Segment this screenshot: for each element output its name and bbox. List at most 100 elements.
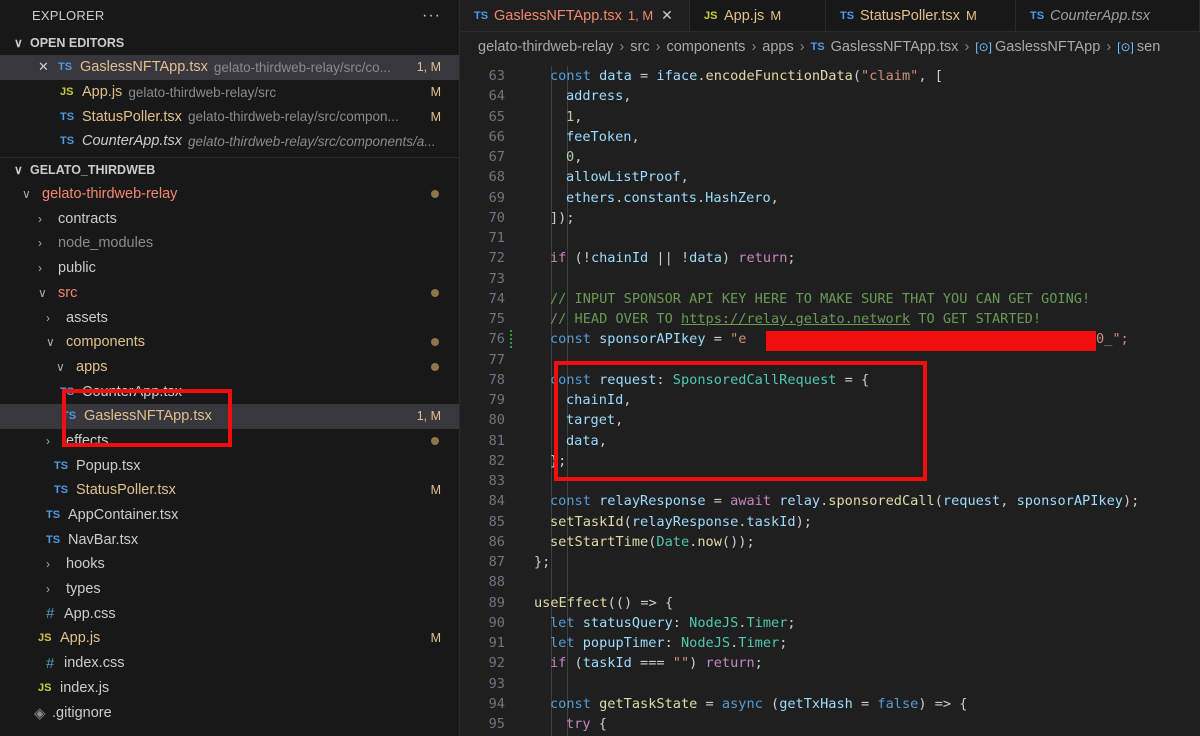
chevron-right-icon[interactable]: ›: [46, 434, 60, 448]
breadcrumb: gelato-thirdweb-relay › src › components › …: [460, 32, 1200, 62]
tree-item[interactable]: › node_modules: [0, 231, 459, 256]
tree-item-label: Popup.tsx: [76, 457, 141, 474]
tree-item[interactable]: › types: [0, 577, 459, 602]
line-number: 80: [488, 412, 505, 429]
code-text: setTaskId(relayResponse.taskId);: [550, 513, 812, 530]
code-line: 92 if (taskId === "") return;: [460, 653, 1200, 673]
tree-item[interactable]: # App.css: [0, 601, 459, 626]
line-number: 83: [488, 473, 505, 490]
more-actions-icon[interactable]: ···: [422, 7, 441, 25]
tree-item[interactable]: › hooks: [0, 552, 459, 577]
tab-appjs[interactable]: JS App.js M: [690, 0, 826, 31]
chevron-down-icon[interactable]: ∨: [22, 187, 36, 201]
tree-item[interactable]: JS App.js M: [0, 626, 459, 651]
chevron-down-icon[interactable]: ∨: [46, 335, 60, 349]
tree-item[interactable]: › public: [0, 256, 459, 281]
open-editor-appjs[interactable]: JS App.js gelato-thirdweb-relay/src M: [0, 80, 459, 105]
modified-dot-icon: [431, 338, 439, 347]
tree-item[interactable]: TS Popup.tsx: [0, 453, 459, 478]
chevron-right-icon[interactable]: ›: [38, 236, 52, 250]
code-line: 66 feeToken,: [460, 127, 1200, 147]
chevron-down-icon[interactable]: ∨: [38, 286, 52, 300]
tree-item[interactable]: TS AppContainer.tsx: [0, 503, 459, 528]
tab-counterapp[interactable]: TS CounterApp.tsx: [1016, 0, 1200, 31]
chevron-right-icon[interactable]: ›: [46, 557, 60, 571]
close-icon[interactable]: ✕: [661, 7, 673, 24]
modified-dot-icon: [431, 288, 439, 297]
typescript-file-icon: TS: [60, 110, 75, 123]
tab-label: App.js: [724, 7, 765, 24]
code-line: 74 // INPUT SPONSOR API KEY HERE TO MAKE …: [460, 289, 1200, 309]
breadcrumb-item[interactable]: gelato-thirdweb-relay: [478, 39, 613, 55]
tree-item[interactable]: › contracts: [0, 206, 459, 231]
open-editor-counterapp[interactable]: TS CounterApp.tsx gelato-thirdweb-relay/…: [0, 129, 459, 154]
tree-item-label: types: [66, 581, 101, 598]
code-text: const sponsorAPIkey = "e: [550, 331, 747, 348]
code-line: 71: [460, 228, 1200, 248]
code-line: 89 useEffect(() => {: [460, 593, 1200, 613]
code-text: ]);: [550, 209, 575, 226]
editor-area: TS GaslessNFTApp.tsx 1, M ✕ JS App.js M …: [460, 0, 1200, 736]
workspace-header[interactable]: ∨ GELATO_THIRDWEB: [0, 158, 459, 182]
git-change-marker: [510, 330, 515, 349]
code-text: const getTaskState = async (getTxHash = …: [550, 695, 968, 712]
close-icon[interactable]: ✕: [38, 59, 58, 75]
tree-item[interactable]: JS index.js: [0, 676, 459, 701]
explorer-header: EXPLORER ···: [0, 0, 459, 31]
highlight-box-file: [62, 389, 232, 447]
symbol-icon: [⊙]: [1117, 40, 1134, 54]
code-line: 70]);: [460, 208, 1200, 228]
code-text: 1,: [566, 108, 583, 125]
breadcrumb-item[interactable]: sen: [1137, 39, 1160, 55]
symbol-icon: [⊙]: [975, 40, 993, 54]
tree-item[interactable]: ∨ gelato-thirdweb-relay: [0, 182, 459, 207]
tree-item[interactable]: › assets: [0, 305, 459, 330]
tree-item[interactable]: TS StatusPoller.tsx M: [0, 478, 459, 503]
breadcrumb-item[interactable]: GaslessNFTApp: [995, 39, 1100, 55]
status-badge: M: [430, 85, 441, 100]
tree-item[interactable]: ∨ apps: [0, 355, 459, 380]
breadcrumb-item[interactable]: apps: [762, 39, 793, 55]
chevron-down-icon[interactable]: ∨: [56, 360, 70, 374]
chevron-right-icon[interactable]: ›: [46, 582, 60, 596]
code-text: if (taskId === "") return;: [550, 655, 763, 672]
status-badge: M: [430, 109, 441, 124]
javascript-file-icon: JS: [38, 681, 52, 694]
line-number: 69: [488, 189, 505, 206]
chevron-right-icon[interactable]: ›: [46, 311, 60, 325]
breadcrumb-item[interactable]: GaslessNFTApp.tsx: [831, 39, 959, 55]
git-file-icon: ◈: [34, 704, 46, 722]
tree-item-label: assets: [66, 309, 108, 326]
tree-item[interactable]: TS NavBar.tsx: [0, 527, 459, 552]
tab-statuspoller[interactable]: TS StatusPoller.tsx M: [826, 0, 1016, 31]
open-editor-statuspoller[interactable]: TS StatusPoller.tsx gelato-thirdweb-rela…: [0, 104, 459, 129]
typescript-file-icon: TS: [54, 459, 69, 472]
line-number: 70: [488, 209, 505, 226]
tab-gaslessnftapp[interactable]: TS GaslessNFTApp.tsx 1, M ✕: [460, 0, 690, 31]
code-text: if (!chainId || !data) return;: [550, 250, 796, 267]
breadcrumb-item[interactable]: components: [666, 39, 745, 55]
chevron-right-icon[interactable]: ›: [38, 261, 52, 275]
open-editor-path: gelato-thirdweb-relay/src/co...: [213, 59, 391, 75]
tree-item-label: node_modules: [58, 235, 154, 252]
line-number: 93: [488, 675, 505, 692]
open-editor-gasless[interactable]: ✕ TS GaslessNFTApp.tsx gelato-thirdweb-r…: [0, 55, 459, 80]
typescript-file-icon: TS: [46, 533, 61, 546]
chevron-right-icon[interactable]: ›: [38, 212, 52, 226]
tree-item-label: hooks: [66, 556, 105, 573]
line-number: 73: [488, 270, 505, 287]
line-number: 77: [488, 351, 505, 368]
line-number: 74: [488, 290, 505, 307]
line-number: 86: [488, 533, 505, 550]
file-tree: ∨ gelato-thirdweb-relay › contracts › node_mo…: [0, 182, 459, 725]
open-editors-header[interactable]: ∨ OPEN EDITORS: [0, 31, 459, 55]
chevron-right-icon: ›: [619, 39, 625, 55]
breadcrumb-item[interactable]: src: [630, 39, 649, 55]
line-number: 67: [488, 149, 505, 166]
tree-item[interactable]: ◈ .gitignore: [0, 700, 459, 725]
tree-item[interactable]: ∨ src: [0, 281, 459, 306]
tree-item[interactable]: ∨ components: [0, 330, 459, 355]
code-line: 67 0,: [460, 147, 1200, 167]
tree-item[interactable]: # index.css: [0, 651, 459, 676]
code-line: 84 const relayResponse = await relay.spon…: [460, 491, 1200, 511]
